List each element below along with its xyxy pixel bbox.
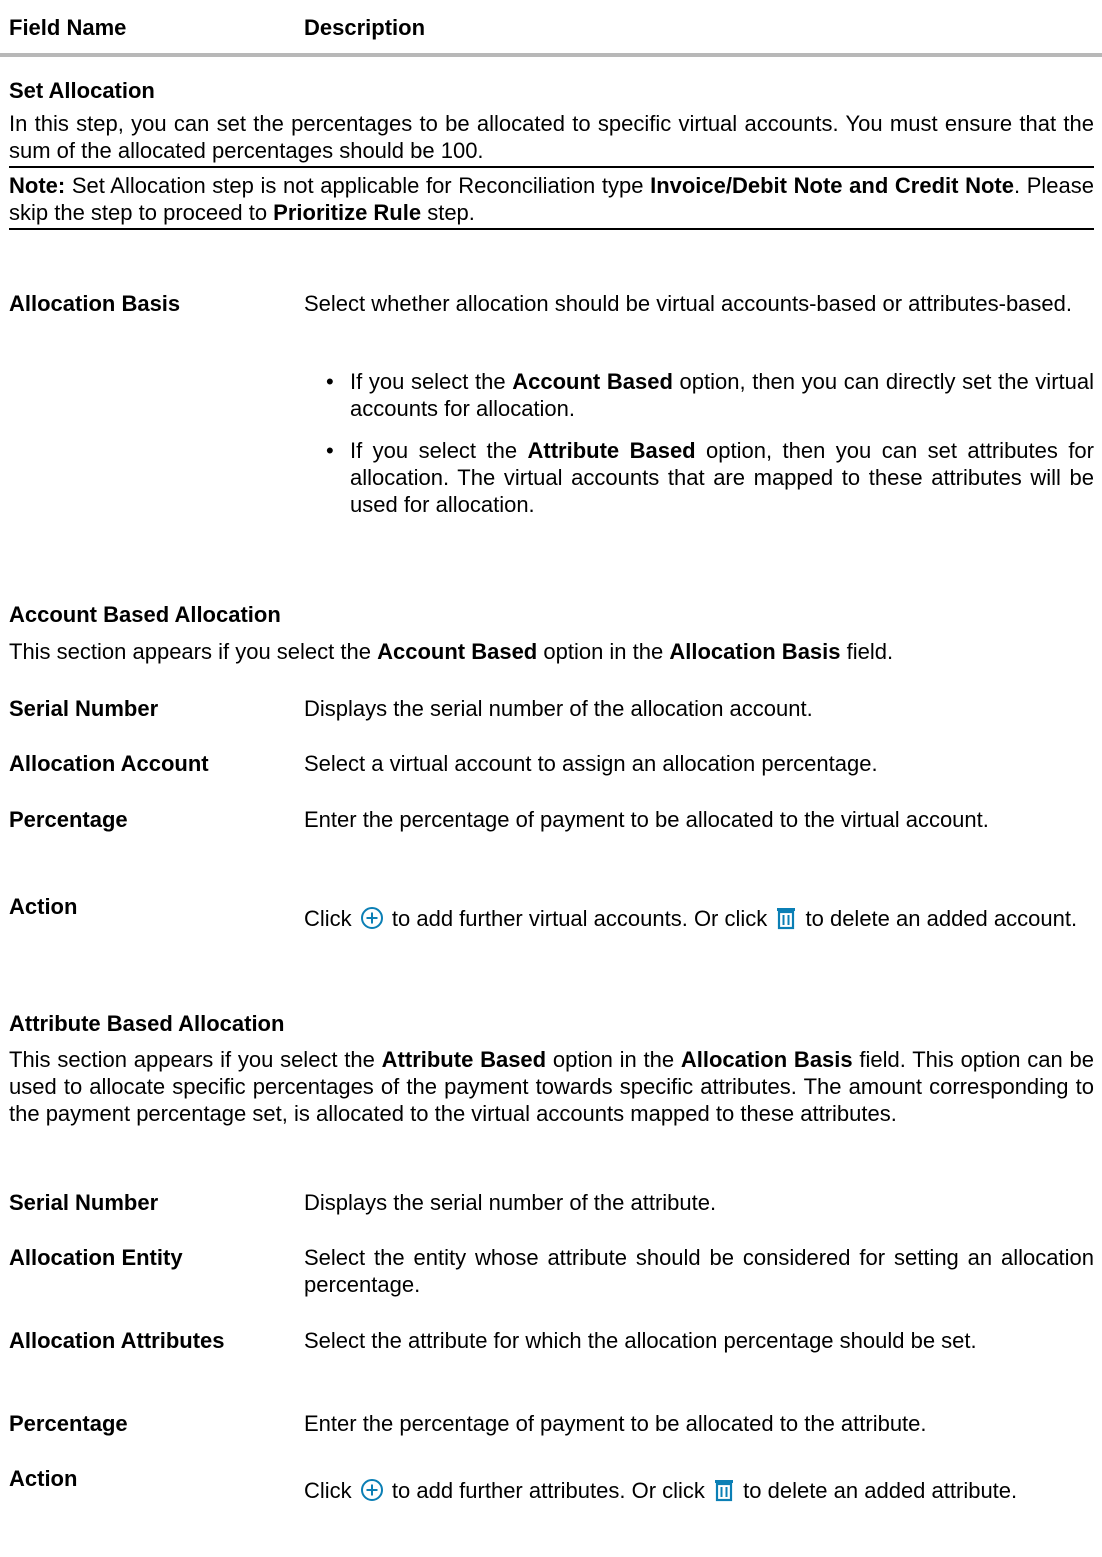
list-item: • If you select the Account Based option,…: [326, 369, 1094, 421]
field-label-percentage-attr: Percentage: [9, 1411, 128, 1436]
set-allocation-intro: In this step, you can set the percentage…: [9, 111, 1094, 163]
field-desc-allocation-attributes: Select the attribute for which the alloc…: [304, 1328, 977, 1353]
note-text-3: step.: [421, 200, 475, 225]
trash-icon: [713, 1478, 735, 1508]
allocation-basis-bullets: • If you select the Account Based option,…: [326, 368, 1094, 533]
attribute-based-intro: This section appears if you select the A…: [9, 1047, 1094, 1126]
section-title-account-based: Account Based Allocation: [9, 602, 281, 627]
list-item: • If you select the Attribute Based optio…: [326, 438, 1094, 517]
field-label-allocation-account: Allocation Account: [9, 751, 209, 776]
add-circle-icon: [360, 1478, 384, 1508]
add-circle-icon: [360, 906, 384, 936]
bullet-icon: •: [326, 369, 334, 394]
field-desc-serial-number-attr: Displays the serial number of the attrib…: [304, 1190, 717, 1215]
trash-icon: [775, 906, 797, 936]
field-desc-allocation-basis: Select whether allocation should be virt…: [304, 291, 1073, 316]
field-label-serial-number: Serial Number: [9, 696, 159, 721]
field-label-serial-number-attr: Serial Number: [9, 1190, 159, 1215]
section-title-set-allocation: Set Allocation: [9, 78, 155, 103]
field-label-allocation-entity: Allocation Entity: [9, 1245, 183, 1270]
field-label-allocation-attributes: Allocation Attributes: [9, 1328, 225, 1353]
field-label-allocation-basis: Allocation Basis: [9, 291, 181, 316]
header-field-name: Field Name: [9, 15, 127, 40]
section-title-attribute-based: Attribute Based Allocation: [9, 1011, 285, 1036]
field-label-action: Action: [9, 894, 78, 919]
field-desc-percentage-attr: Enter the percentage of payment to be al…: [304, 1411, 927, 1436]
field-desc-action-attr: Click to add further attributes. Or clic…: [304, 1477, 1094, 1508]
note-bold-1: Invoice/Debit Note and Credit Note: [650, 173, 1014, 198]
field-desc-percentage: Enter the percentage of payment to be al…: [304, 807, 989, 832]
note-bold-2: Prioritize Rule: [273, 200, 422, 225]
field-desc-allocation-account: Select a virtual account to assign an al…: [304, 751, 878, 776]
header-description: Description: [304, 15, 426, 40]
note-label: Note:: [9, 173, 66, 198]
field-desc-action: Click to add further virtual accounts. O…: [304, 905, 1094, 936]
account-based-intro: This section appears if you select the A…: [9, 639, 894, 664]
field-label-action-attr: Action: [9, 1466, 78, 1491]
header-rule: [0, 53, 1102, 57]
field-desc-serial-number: Displays the serial number of the alloca…: [304, 696, 813, 721]
note-text-1: Set Allocation step is not applicable fo…: [65, 173, 651, 198]
field-label-percentage: Percentage: [9, 807, 128, 832]
bullet-icon: •: [326, 438, 334, 463]
note-box: Note: Set Allocation step is not applica…: [9, 166, 1094, 230]
field-desc-allocation-entity: Select the entity whose attribute should…: [304, 1245, 1094, 1297]
